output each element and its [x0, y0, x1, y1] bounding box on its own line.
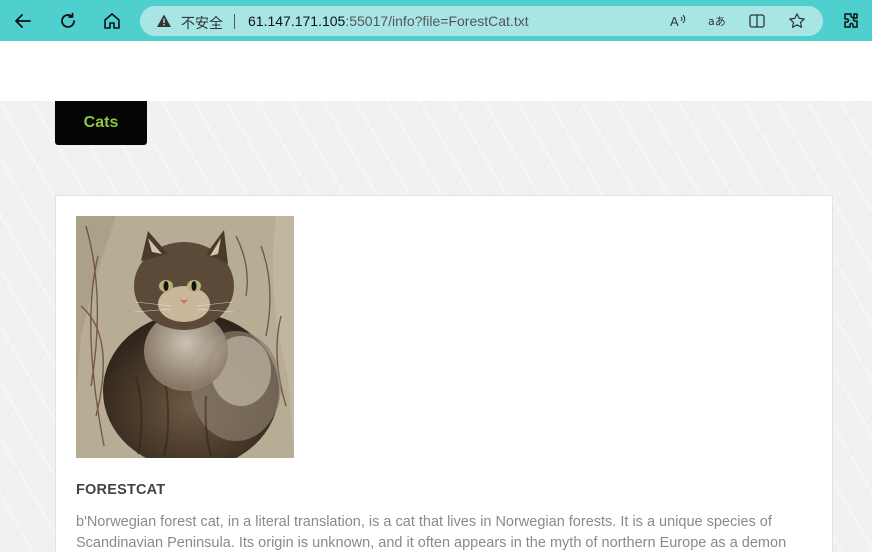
url-host: 61.147.171.105 — [248, 13, 346, 29]
page-header — [0, 41, 872, 101]
back-icon[interactable] — [8, 6, 38, 36]
browser-toolbar: 不安全 61.147.171.105:55017/info?file=Fores… — [0, 0, 872, 41]
svg-text:aあ: aあ — [708, 15, 726, 28]
info-card: FORESTCAT b'Norwegian forest cat, in a l… — [55, 195, 833, 552]
address-bar[interactable]: 不安全 61.147.171.105:55017/info?file=Fores… — [140, 6, 823, 36]
card-description: b'Norwegian forest cat, in a literal tra… — [76, 514, 787, 551]
read-aloud-icon[interactable]: A — [668, 11, 688, 31]
address-separator — [234, 14, 235, 29]
svg-text:A: A — [670, 14, 679, 29]
url-text[interactable]: 61.147.171.105:55017/info?file=ForestCat… — [248, 13, 529, 29]
card-title: FORESTCAT — [76, 482, 166, 498]
security-label[interactable]: 不安全 — [181, 13, 223, 33]
split-screen-icon[interactable] — [747, 11, 767, 31]
cats-nav-button[interactable]: Cats — [55, 101, 147, 145]
home-icon[interactable] — [97, 6, 127, 36]
refresh-icon[interactable] — [53, 6, 83, 36]
forest-cat-image — [76, 216, 294, 458]
translate-icon[interactable]: aあ — [707, 11, 727, 31]
favorite-star-icon[interactable] — [787, 11, 807, 31]
warning-icon[interactable] — [156, 13, 172, 29]
extensions-icon[interactable] — [838, 8, 864, 34]
url-path: :55017/info?file=ForestCat.txt — [345, 13, 529, 29]
